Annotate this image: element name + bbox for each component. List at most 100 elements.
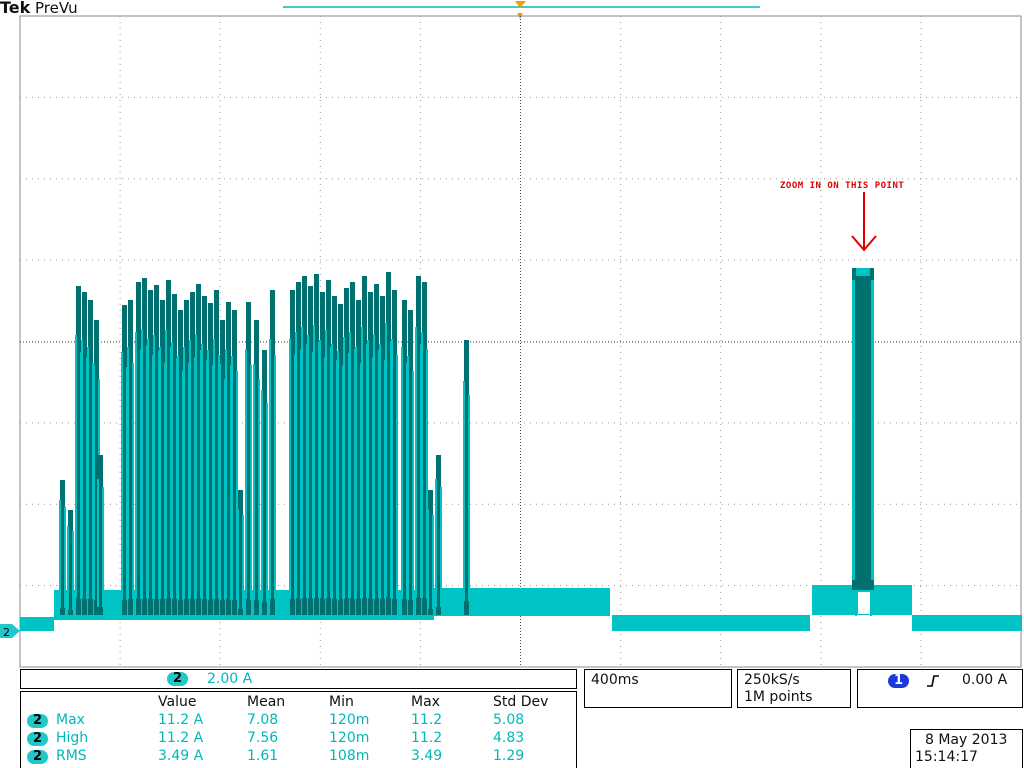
measurement-name: High [56, 730, 89, 746]
burst-spike-edge [396, 355, 398, 599]
annotation-text: ZOOM IN ON THIS POINT [780, 181, 904, 191]
row-channel-badge: 2 [27, 732, 49, 746]
record-length: 1M points [744, 689, 813, 705]
zoom-pulse-top [856, 268, 870, 276]
row-channel-badge: 2 [27, 750, 49, 764]
channel-2-marker-label: 2 [3, 626, 10, 639]
burst-spike-edge [153, 335, 155, 599]
measurement-mean: 7.56 [247, 730, 279, 746]
burst-spike-edge [183, 347, 185, 599]
burst-spike-edge [385, 323, 387, 597]
measurement-value: 11.2 A [158, 712, 204, 728]
burst-spike-edge [401, 347, 403, 599]
measurement-min: 108m [329, 748, 370, 764]
burst-spike-edge [349, 332, 351, 598]
burst-spike-edge [81, 340, 83, 598]
zoom-pulse-notch [858, 592, 870, 614]
trigger-box[interactable]: 1 0.00 A [857, 669, 1023, 708]
burst-spike-edge [261, 390, 263, 602]
date-label: 8 May 2013 [925, 732, 1008, 748]
burst-spike-edge [301, 327, 303, 598]
waveform-display[interactable]: 2 ZOOM IN ON THIS POINT [0, 0, 1024, 668]
burst-spike-edge [207, 350, 209, 600]
burst-spike-edge [274, 355, 276, 599]
burst-spike-edge [468, 395, 470, 601]
burst-spike-edge [250, 365, 252, 600]
col-header-value: Value [158, 694, 197, 710]
burst-spike-edge [171, 342, 173, 599]
measurement-value: 11.2 A [158, 730, 204, 746]
measurement-value: 3.49 A [158, 748, 204, 764]
burst-spike-edge [337, 351, 339, 600]
burst-spike-edge [213, 339, 215, 599]
burst-spike-edge [289, 339, 291, 599]
burst-spike-edge [59, 500, 61, 608]
channel-2-ground-marker: 2 [0, 624, 20, 639]
burst-spike-edge [245, 349, 247, 599]
zoom-pulse-edge [852, 280, 855, 580]
burst-spike-edge [412, 371, 414, 600]
measurement-max: 11.2 [411, 730, 443, 746]
burst-spike-edge [307, 335, 309, 598]
col-header-max: Max [411, 694, 440, 710]
burst-spike-edge [367, 340, 369, 598]
burst-spike-edge [269, 339, 271, 599]
measurement-name: RMS [56, 748, 87, 764]
zoom-pulse-foot [855, 590, 857, 616]
burst-spike-edge [147, 339, 149, 599]
timebase-box[interactable]: 400ms [584, 669, 732, 708]
burst-spike-edge [407, 356, 409, 600]
baseline-segment [612, 615, 810, 631]
baseline-segment [912, 615, 1022, 631]
burst-spike-edge [325, 330, 327, 598]
burst-spike-edge [415, 327, 417, 598]
burst-spike-edge [72, 531, 74, 610]
vertical-scale: 2.00 A [207, 671, 253, 687]
burst-spike-edge [435, 479, 437, 607]
burst-spike-edge [159, 347, 161, 599]
measurement-std-dev: 5.08 [493, 712, 525, 728]
burst-spike-edge [237, 509, 239, 609]
burst-spike-edge [253, 364, 255, 600]
measurement-max: 3.49 [411, 748, 443, 764]
burst-spike-edge [355, 347, 357, 599]
burst-spike-edge [141, 329, 143, 599]
burst-spike-edge [135, 332, 137, 598]
zoom-pulse [852, 268, 874, 590]
burst-spike-edge [266, 403, 268, 602]
burst-spike-edge [319, 340, 321, 598]
burst-spike-edge [201, 344, 203, 599]
burst-spike-edge [102, 487, 104, 607]
measurement-min: 120m [329, 712, 370, 728]
burst-spike-edge [67, 526, 69, 610]
burst-spike-edge [373, 334, 375, 599]
burst-spike-edge [64, 507, 66, 608]
burst-spike-edge [93, 364, 95, 600]
burst-spike-edge [313, 325, 315, 598]
burst-spike-edge [97, 479, 99, 607]
measurement-max: 11.2 [411, 712, 443, 728]
burst-spike-edge [427, 509, 429, 609]
burst-spike-edge [258, 379, 260, 600]
burst-spike-edge [127, 347, 129, 599]
burst-spike-edge [87, 347, 89, 599]
annotation-arrow-icon [851, 192, 877, 252]
acquisition-box[interactable]: 250kS/s 1M points [737, 669, 851, 708]
burst-spike-edge [165, 330, 167, 598]
burst-spike-edge [432, 515, 434, 609]
timebase-value: 400ms [591, 672, 639, 688]
measurement-mean: 7.08 [247, 712, 279, 728]
row-channel-badge: 2 [27, 714, 49, 728]
channel-scale-box[interactable]: 2 2.00 A [20, 669, 577, 689]
burst-spike-edge [463, 381, 465, 601]
measurements-panel[interactable]: Value Mean Min Max Std Dev 2 Max 11.2 A … [20, 691, 577, 768]
burst-spike-edge [225, 349, 227, 599]
measurement-min: 120m [329, 730, 370, 746]
burst-spike-edge [295, 332, 297, 598]
rising-edge-icon [927, 675, 939, 687]
zoom-pulse-foot [870, 590, 872, 616]
time-label: 15:14:17 [915, 749, 978, 765]
burst-spike-edge [189, 340, 191, 598]
burst-spike-edge [75, 335, 77, 598]
zoom-pulse-edge [871, 280, 874, 580]
